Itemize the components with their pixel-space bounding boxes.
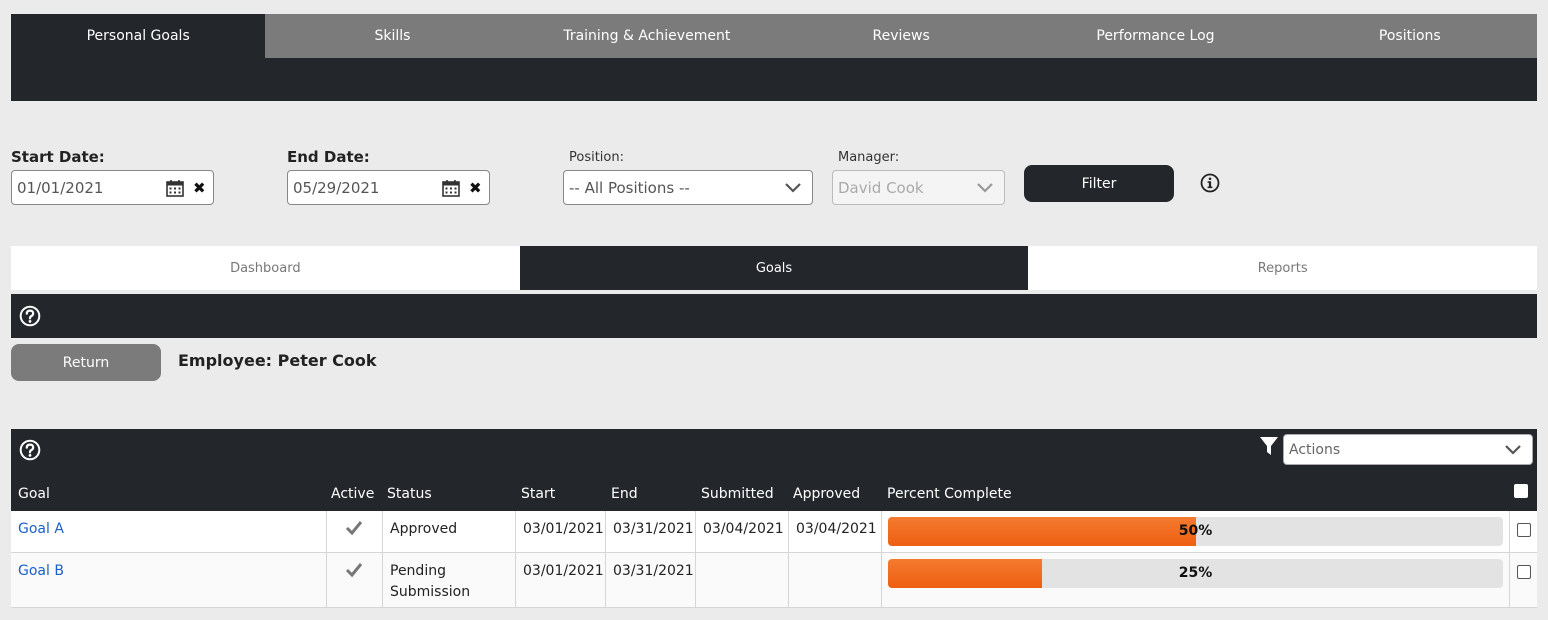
submitted-cell [695,553,788,607]
manager-label: Manager: [838,150,900,165]
select-cell [1509,553,1537,607]
calendar-icon[interactable] [165,178,185,198]
tab-dashboard[interactable]: Dashboard [11,246,520,290]
tab-personal-goals[interactable]: Personal Goals [11,14,266,58]
end-cell: 03/31/2021 [605,553,695,607]
chevron-down-icon [785,182,801,193]
progress-bar: 25% [888,559,1503,588]
approved-cell [788,553,881,607]
col-goal[interactable]: Goal [18,486,50,502]
tab-training-achievement[interactable]: Training & Achievement [520,14,774,58]
return-button[interactable]: Return [11,344,161,381]
progress-label: 25% [1178,565,1213,581]
end-date-label: End Date: [287,148,370,166]
tab-positions[interactable]: Positions [1283,14,1537,58]
actions-select[interactable]: Actions [1283,434,1533,465]
active-cell [326,511,382,552]
help-bar [11,294,1537,338]
tab-performance-log[interactable]: Performance Log [1028,14,1282,58]
info-icon[interactable] [1200,173,1220,193]
col-end[interactable]: End [611,486,638,502]
start-date-field[interactable]: 01/01/2021 ✖ [11,170,214,205]
start-cell: 03/01/2021 [515,511,605,552]
chevron-down-icon [977,182,993,193]
status-cell: Approved [382,511,515,552]
start-date-label: Start Date: [11,148,105,166]
percent-cell: 50% [881,511,1509,552]
help-icon[interactable] [19,439,41,461]
manager-select: David Cook [832,170,1005,205]
top-tabs: Personal Goals Skills Training & Achieve… [11,14,1537,58]
tab-skills[interactable]: Skills [265,14,519,58]
end-cell: 03/31/2021 [605,511,695,552]
submitted-cell: 03/04/2021 [695,511,788,552]
help-icon[interactable] [19,305,41,327]
checkmark-icon [345,563,363,578]
col-submitted[interactable]: Submitted [701,486,774,502]
clear-start-date-icon[interactable]: ✖ [193,179,207,197]
active-cell [326,553,382,607]
employee-name: Employee: Peter Cook [178,351,377,370]
start-cell: 03/01/2021 [515,553,605,607]
tab-goals[interactable]: Goals [519,246,1029,290]
select-all-checkbox[interactable] [1514,484,1528,498]
start-date-value: 01/01/2021 [17,178,104,197]
goal-link[interactable]: Goal A [18,521,64,537]
goal-cell: Goal A [11,511,326,552]
position-select[interactable]: -- All Positions -- [563,170,813,205]
progress-label: 50% [1178,523,1213,539]
sub-tabs: Dashboard Goals Reports [11,246,1537,290]
row-checkbox[interactable] [1517,565,1531,579]
filter-funnel-icon[interactable] [1259,436,1279,456]
approved-cell: 03/04/2021 [788,511,881,552]
goal-cell: Goal B [11,553,326,607]
tab-reports[interactable]: Reports [1028,246,1537,290]
manager-value: David Cook [838,178,924,197]
position-value: -- All Positions -- [569,178,690,197]
status-cell: Pending Submission [382,553,515,607]
col-approved[interactable]: Approved [793,486,860,502]
filter-button[interactable]: Filter [1024,165,1174,202]
row-checkbox[interactable] [1517,523,1531,537]
tab-reviews[interactable]: Reviews [774,14,1028,58]
col-active[interactable]: Active [331,486,374,502]
table-row: Goal B Pending Submission 03/01/2021 03/… [11,553,1537,608]
col-start[interactable]: Start [521,486,555,502]
top-band [11,58,1537,101]
table-row: Goal A Approved 03/01/2021 03/31/2021 03… [11,511,1537,553]
calendar-icon[interactable] [441,178,461,198]
progress-bar: 50% [888,517,1503,546]
end-date-field[interactable]: 05/29/2021 ✖ [287,170,490,205]
position-label: Position: [569,150,624,165]
checkmark-icon [345,521,363,536]
col-percent-complete[interactable]: Percent Complete [887,486,1012,502]
end-date-value: 05/29/2021 [293,178,380,197]
chevron-down-icon [1505,444,1521,455]
col-status[interactable]: Status [387,486,432,502]
select-cell [1509,511,1537,552]
clear-end-date-icon[interactable]: ✖ [469,179,483,197]
goal-link[interactable]: Goal B [18,563,64,579]
actions-value: Actions [1289,441,1341,458]
percent-cell: 25% [881,553,1509,607]
